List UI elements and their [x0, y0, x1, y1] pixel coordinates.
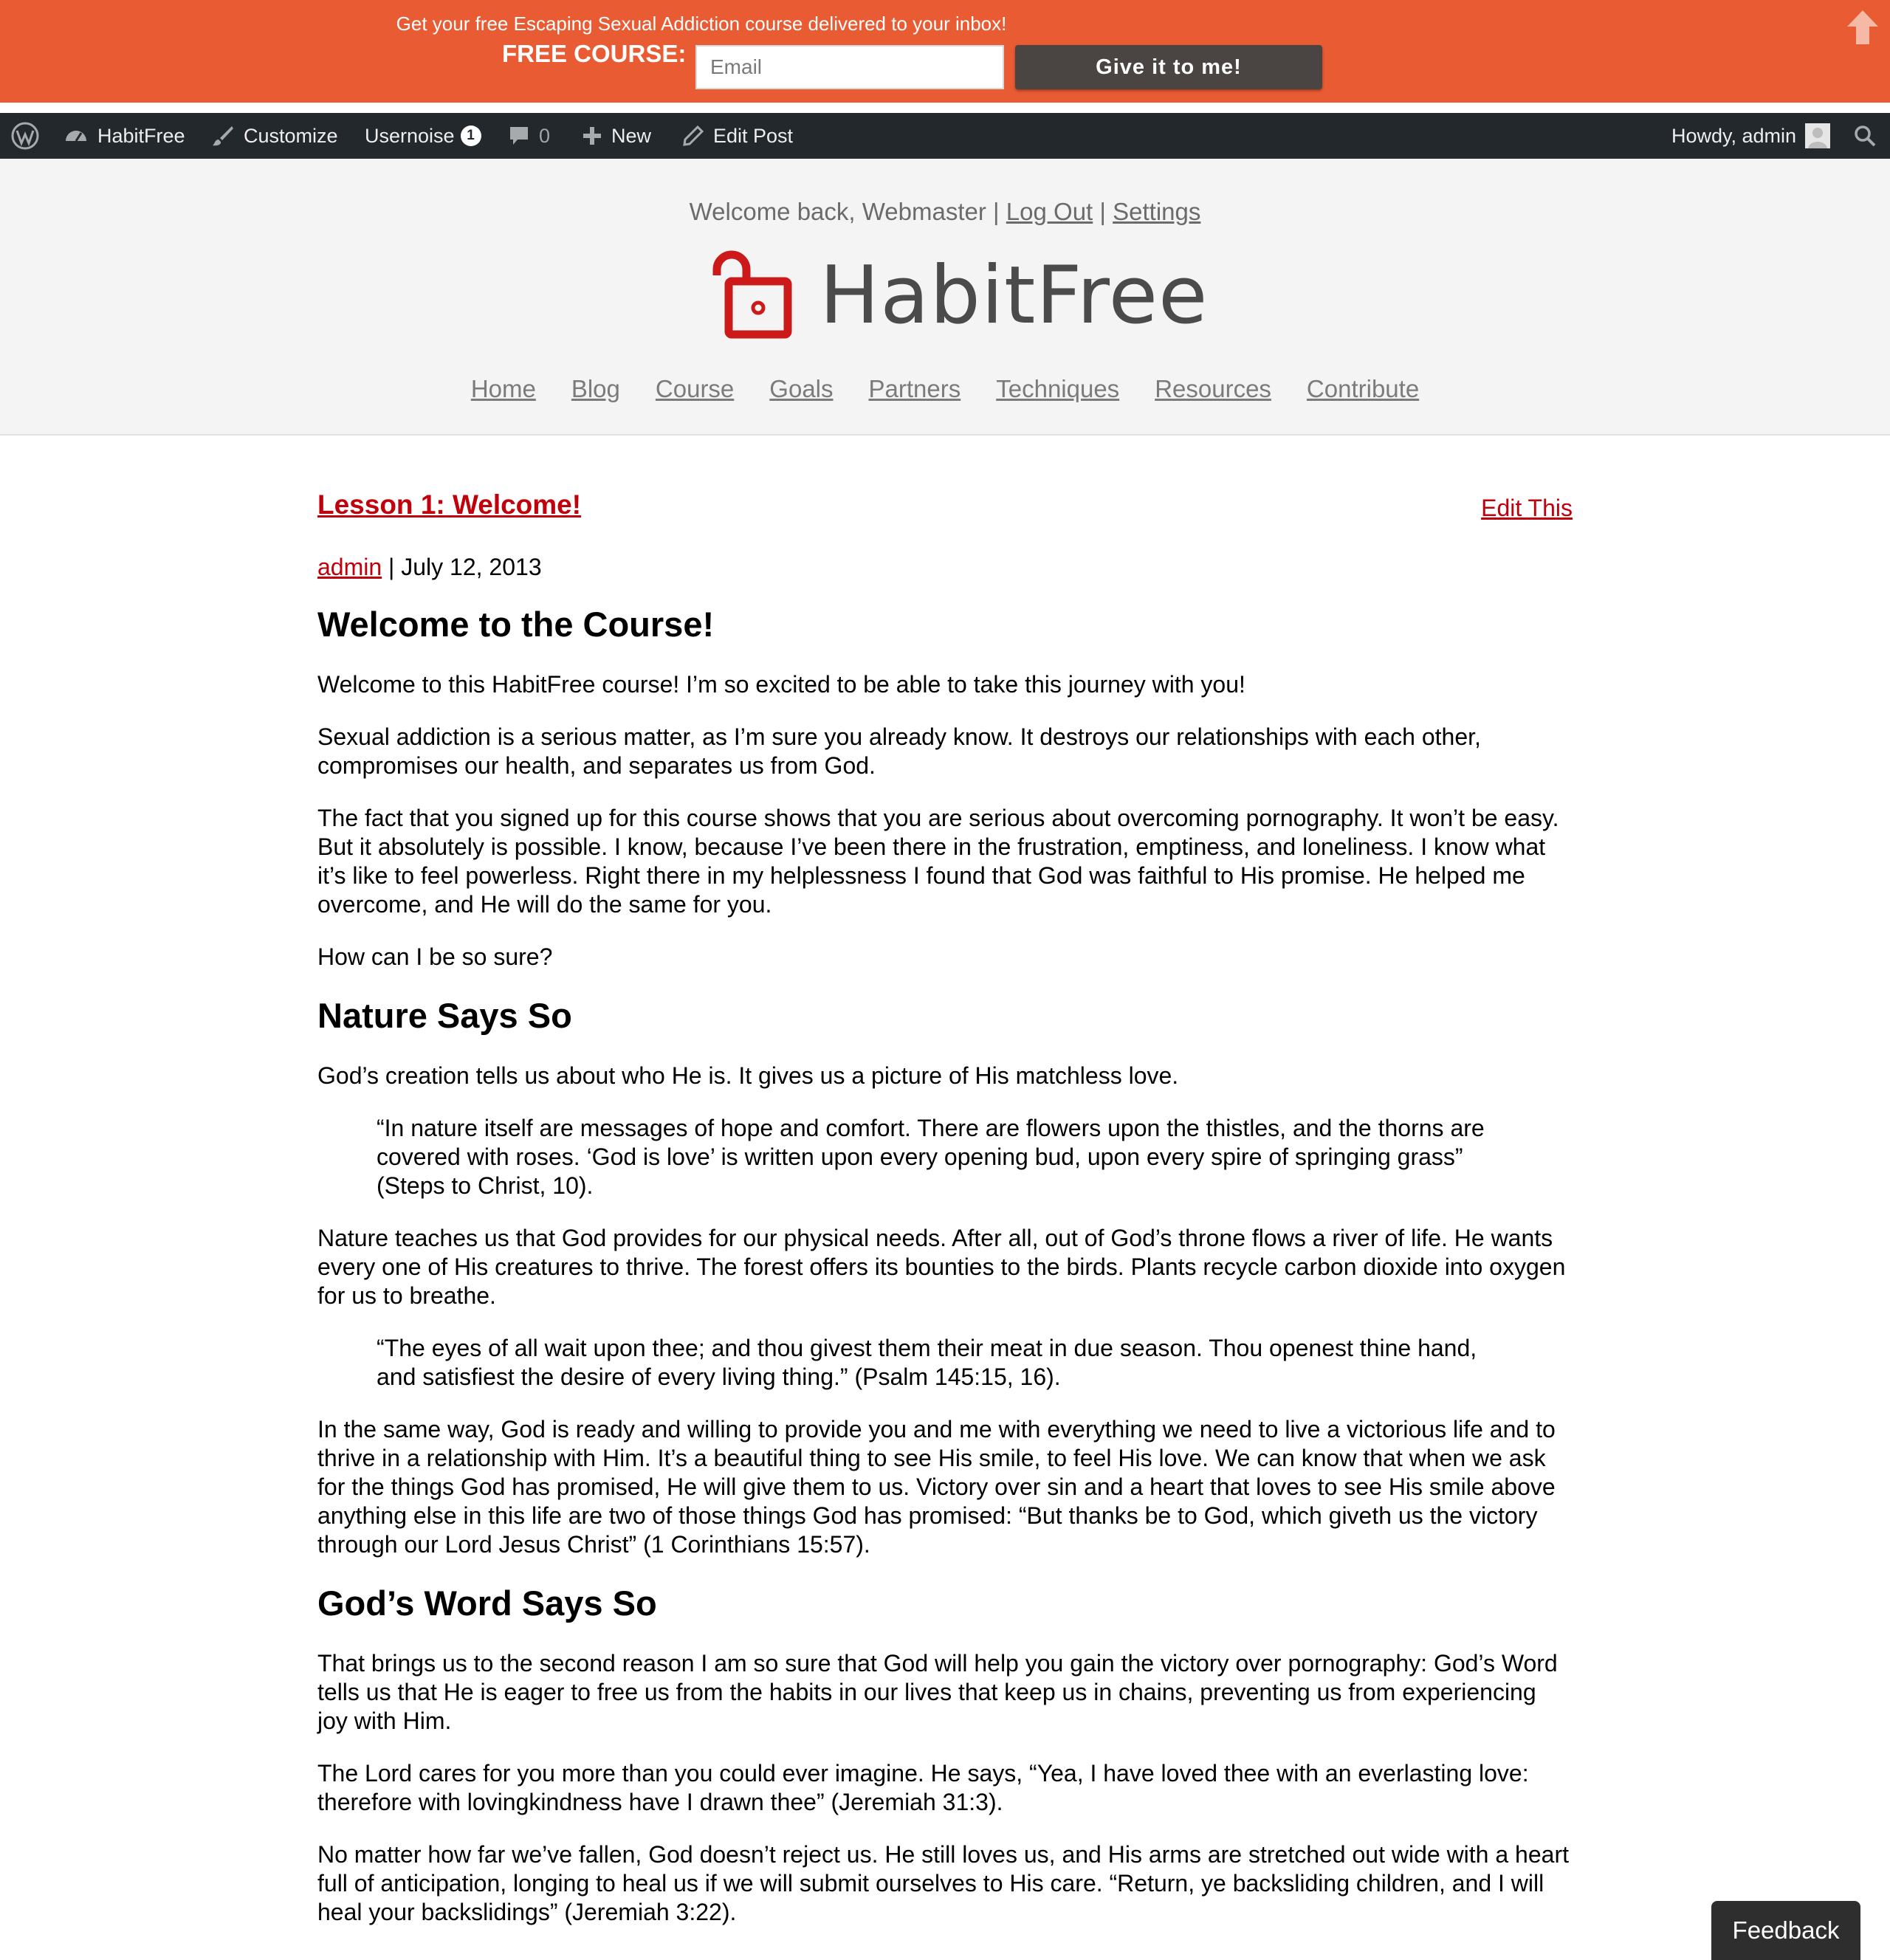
promo-bar: Get your free Escaping Sexual Addiction … — [0, 0, 1890, 108]
settings-link[interactable]: Settings — [1113, 198, 1200, 225]
edit-this-link[interactable]: Edit This — [1481, 492, 1573, 524]
separator: | — [1099, 198, 1106, 225]
open-lock-icon — [712, 250, 792, 339]
paragraph: How can I be so sure? — [317, 943, 553, 970]
nav-resources[interactable]: Resources — [1155, 373, 1271, 405]
wordpress-menu[interactable] — [10, 113, 40, 159]
usernoise-label: Usernoise — [365, 124, 455, 147]
nav-techniques[interactable]: Techniques — [996, 373, 1119, 405]
main-nav: Home Blog Course Goals Partners Techniqu… — [0, 373, 1890, 405]
usernoise-link[interactable]: Usernoise 1 — [365, 113, 481, 159]
new-content-link[interactable]: New — [582, 113, 651, 159]
promo-label: FREE COURSE: — [502, 40, 687, 67]
nav-course[interactable]: Course — [656, 373, 734, 405]
nav-blog[interactable]: Blog — [571, 373, 620, 405]
paragraph: That brings us to the second reason I am… — [317, 1650, 1558, 1734]
account-links: Welcome back, Webmaster | Log Out | Sett… — [0, 196, 1890, 228]
plus-icon — [583, 127, 601, 145]
promo-message: Get your free Escaping Sexual Addiction … — [396, 13, 1007, 35]
comments-count: 0 — [539, 124, 551, 147]
blockquote: “In nature itself are messages of hope a… — [377, 1115, 1485, 1199]
comments-link[interactable]: 0 — [508, 113, 550, 159]
feedback-button[interactable]: Feedback — [1711, 1901, 1860, 1960]
post-title[interactable]: Lesson 1: Welcome! — [317, 487, 581, 523]
dashboard-icon — [66, 131, 86, 142]
site-name-menu[interactable]: HabitFree — [63, 113, 185, 159]
paragraph: The Lord cares for you more than you cou… — [317, 1760, 1529, 1815]
admin-search-button[interactable] — [1853, 113, 1877, 159]
heading-word: God’s Word Says So — [317, 1584, 657, 1623]
new-label: New — [611, 124, 652, 147]
customize-label: Customize — [244, 124, 338, 147]
brush-icon — [213, 126, 233, 146]
subscribe-button[interactable]: Give it to me! — [1015, 45, 1322, 89]
account-menu[interactable]: Howdy, admin — [1671, 113, 1831, 159]
edit-post-label: Edit Post — [713, 124, 794, 147]
usernoise-count-badge: 1 — [460, 125, 481, 146]
nav-home[interactable]: Home — [471, 373, 536, 405]
welcome-text: Welcome back, Webmaster — [689, 198, 986, 225]
paragraph: Nature teaches us that God provides for … — [317, 1225, 1566, 1309]
nav-contribute[interactable]: Contribute — [1307, 373, 1419, 405]
logo-wordmark: HabitFree — [819, 250, 1209, 342]
nav-goals[interactable]: Goals — [769, 373, 833, 405]
site-header: Welcome back, Webmaster | Log Out | Sett… — [0, 159, 1890, 436]
post-date: | July 12, 2013 — [388, 554, 542, 580]
paragraph: Welcome to this HabitFree course! I’m so… — [317, 671, 1245, 698]
email-field[interactable] — [695, 45, 1004, 89]
heading-nature: Nature Says So — [317, 996, 572, 1035]
paragraph: Sexual addiction is a serious matter, as… — [317, 723, 1481, 779]
admin-bar: HabitFree Customize Usernoise 1 0 New Ed… — [0, 113, 1890, 159]
post-meta: admin | July 12, 2013 — [317, 551, 542, 583]
wordpress-icon — [11, 122, 39, 150]
edit-post-link[interactable]: Edit Post — [682, 113, 793, 159]
howdy-label: Howdy, admin — [1671, 124, 1797, 147]
avatar — [1805, 123, 1831, 148]
separator: | — [993, 198, 1000, 225]
paragraph: God’s creation tells us about who He is.… — [317, 1062, 1179, 1089]
post-content: Welcome to the Course! Welcome to this H… — [317, 604, 1573, 1950]
author-link[interactable]: admin — [317, 554, 382, 580]
pencil-icon — [683, 125, 704, 146]
comment-icon — [510, 127, 528, 145]
customize-link[interactable]: Customize — [211, 113, 338, 159]
heading-welcome: Welcome to the Course! — [317, 605, 715, 644]
blockquote: “The eyes of all wait upon thee; and tho… — [377, 1335, 1477, 1390]
paragraph: In the same way, God is ready and willin… — [317, 1416, 1556, 1558]
arrow-up-icon[interactable] — [1846, 9, 1880, 46]
site-name: HabitFree — [97, 124, 185, 147]
logout-link[interactable]: Log Out — [1006, 198, 1093, 225]
site-logo[interactable]: HabitFree — [705, 247, 1207, 343]
paragraph: No matter how far we’ve fallen, God does… — [317, 1841, 1569, 1925]
search-icon — [1855, 125, 1876, 147]
nav-partners[interactable]: Partners — [869, 373, 961, 405]
paragraph: The fact that you signed up for this cou… — [317, 805, 1559, 918]
